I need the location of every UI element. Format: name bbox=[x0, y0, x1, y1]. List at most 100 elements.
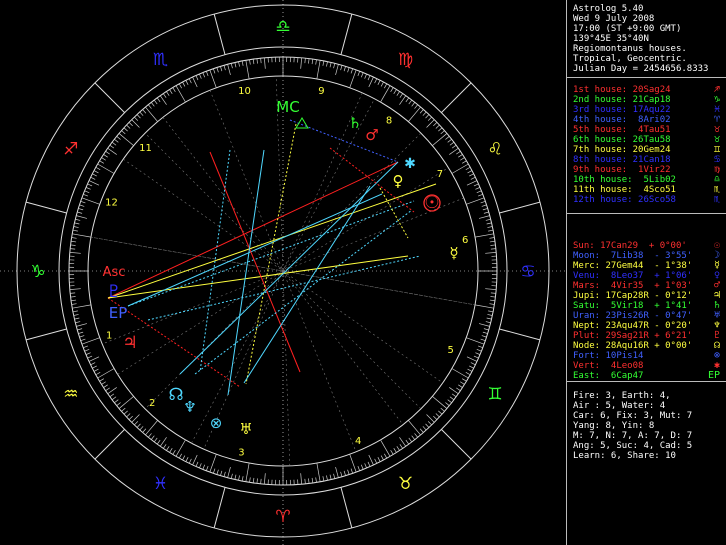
degree-tick bbox=[69, 252, 81, 254]
degree-tick bbox=[209, 454, 217, 473]
stats-line: Learn: 6, Share: 10 bbox=[573, 451, 676, 461]
degree-tick bbox=[209, 69, 217, 88]
midheaven-label: MC bbox=[276, 98, 299, 116]
degree-tick bbox=[169, 89, 173, 94]
degree-tick bbox=[80, 200, 86, 204]
degree-tick bbox=[220, 470, 223, 476]
sign-divider bbox=[25, 328, 67, 341]
degree-tick bbox=[477, 193, 483, 197]
degree-tick bbox=[252, 477, 255, 483]
house-number: 8 bbox=[386, 115, 392, 126]
degree-tick bbox=[134, 116, 139, 121]
house-cusp-line bbox=[162, 117, 404, 425]
degree-tick bbox=[451, 163, 469, 174]
degree-tick bbox=[256, 58, 258, 64]
degree-tick bbox=[74, 222, 80, 225]
planet-line: Sun: 17Can29 + 0°00' bbox=[573, 241, 687, 251]
degree-tick bbox=[368, 76, 374, 88]
degree-tick bbox=[414, 104, 418, 109]
aspect-line bbox=[127, 200, 415, 307]
house-line: 6th house: 26Tau58 bbox=[573, 135, 671, 145]
degree-tick bbox=[80, 338, 86, 342]
degree-tick bbox=[109, 393, 115, 398]
degree-tick bbox=[134, 421, 139, 426]
degree-tick bbox=[234, 62, 237, 68]
degree-tick bbox=[85, 187, 91, 190]
degree-tick bbox=[456, 387, 461, 391]
degree-tick bbox=[70, 244, 76, 246]
house-number: 4 bbox=[355, 436, 361, 447]
degree-tick bbox=[343, 66, 346, 72]
header-line: Wed 9 July 2008 bbox=[573, 14, 655, 24]
degree-tick bbox=[475, 187, 481, 190]
degree-tick bbox=[109, 144, 115, 149]
degree-tick bbox=[422, 111, 427, 116]
degree-tick bbox=[488, 229, 494, 232]
degree-tick bbox=[486, 222, 492, 225]
degree-tick bbox=[79, 335, 85, 338]
astrology-chart-wheel: ♎ ♍ ♌ ♋ ♊ ♉ ♈ ♓ ♒ ♑ ♐ ♏ 10 9 8 7 6 5 4 3 2 1 12 11 MC ♄♂ ✱♀ ☉ ☿ Asc… bbox=[0, 0, 566, 545]
header-line: 17:00 (ST +9:00 GMT) bbox=[573, 24, 682, 34]
sign-divider bbox=[213, 13, 226, 55]
degree-tick bbox=[350, 468, 354, 474]
degree-tick bbox=[489, 240, 495, 243]
degree-tick bbox=[422, 426, 427, 431]
degree-tick bbox=[380, 455, 384, 461]
degree-tick bbox=[419, 109, 424, 114]
degree-tick bbox=[249, 477, 251, 483]
degree-tick bbox=[461, 160, 467, 164]
mercury-icon: ☿ bbox=[449, 244, 458, 262]
degree-tick bbox=[367, 461, 371, 467]
degree-tick bbox=[85, 352, 91, 355]
house-number: 5 bbox=[447, 345, 453, 356]
degree-tick bbox=[71, 303, 77, 305]
degree-tick bbox=[445, 136, 450, 140]
degree-tick bbox=[97, 368, 115, 379]
degree-tick bbox=[88, 356, 100, 362]
degree-tick bbox=[466, 180, 478, 186]
degree-tick bbox=[485, 288, 497, 291]
degree-tick bbox=[90, 362, 96, 366]
sign-glyph-icon: ♏ bbox=[713, 194, 720, 205]
house-number: 3 bbox=[238, 447, 244, 458]
degree-tick bbox=[75, 218, 81, 221]
degree-tick bbox=[380, 439, 391, 457]
degree-tick bbox=[70, 292, 76, 294]
degree-tick bbox=[78, 208, 84, 211]
degree-tick bbox=[360, 72, 364, 78]
venus-icon: ♀ bbox=[393, 172, 404, 190]
degree-tick bbox=[150, 435, 155, 440]
degree-tick bbox=[477, 345, 483, 349]
house-number: 7 bbox=[437, 169, 443, 180]
uranus-icon: ♅ bbox=[239, 420, 252, 438]
degree-tick bbox=[433, 415, 438, 420]
house-line: 9th house: 1Vir22 bbox=[573, 165, 671, 175]
degree-tick bbox=[433, 122, 438, 127]
degree-tick bbox=[380, 81, 384, 87]
degree-tick bbox=[426, 414, 435, 423]
degree-tick bbox=[103, 154, 108, 158]
degree-tick bbox=[486, 317, 492, 320]
vertex-icon: ✱ bbox=[404, 156, 416, 172]
degree-tick bbox=[114, 399, 119, 404]
degree-tick bbox=[467, 368, 473, 372]
degree-tick bbox=[340, 65, 343, 71]
degree-tick bbox=[131, 119, 140, 128]
degree-tick bbox=[451, 368, 469, 379]
degree-tick bbox=[70, 296, 76, 298]
degree-tick bbox=[357, 71, 361, 77]
degree-tick bbox=[485, 218, 491, 221]
degree-tick bbox=[478, 323, 490, 327]
house-line: 1st house: 20Sag24 bbox=[573, 85, 671, 95]
house-number: 6 bbox=[462, 235, 468, 246]
house-number: 12 bbox=[105, 198, 118, 209]
degree-tick bbox=[118, 396, 134, 409]
degree-tick bbox=[315, 59, 317, 65]
degree-tick bbox=[470, 176, 476, 180]
degree-tick bbox=[315, 477, 317, 483]
degree-tick bbox=[466, 337, 485, 345]
degree-tick bbox=[93, 368, 99, 372]
house-line: 7th house: 20Gem24 bbox=[573, 145, 671, 155]
degree-tick bbox=[329, 62, 332, 68]
degree-tick bbox=[78, 331, 84, 334]
